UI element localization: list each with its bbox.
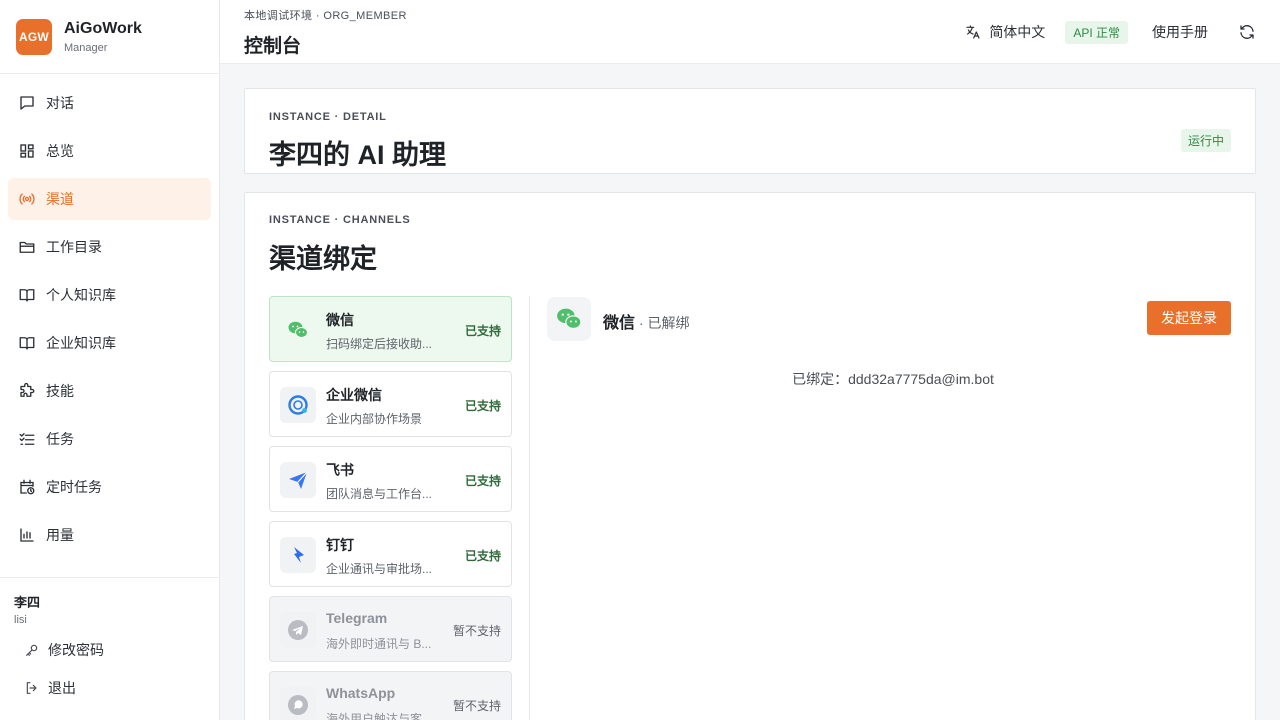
dingtalk-icon	[280, 537, 316, 573]
channels-card: INSTANCE · CHANNELS 渠道绑定 微信 扫码绑定后接收助... …	[244, 192, 1256, 720]
sidebar-item-channels[interactable]: 渠道	[8, 178, 211, 220]
sidebar-item-label: 技能	[46, 383, 74, 399]
brand-name: AiGoWork	[64, 19, 142, 37]
feishu-icon	[280, 462, 316, 498]
sidebar-item-skills[interactable]: 技能	[8, 370, 211, 412]
folder-icon	[18, 238, 36, 256]
channels-eyebrow: INSTANCE · CHANNELS	[269, 214, 411, 226]
channels-title: 渠道绑定	[269, 244, 377, 274]
instance-eyebrow: INSTANCE · DETAIL	[269, 111, 387, 123]
instance-detail-card: INSTANCE · DETAIL 李四的 AI 助理 运行中	[244, 88, 1256, 174]
instance-status-badge: 运行中	[1180, 129, 1231, 152]
channel-item-dingtalk[interactable]: 钉钉 企业通讯与审批场... 已支持	[269, 521, 512, 587]
channel-item-wechat[interactable]: 微信 扫码绑定后接收助... 已支持	[269, 296, 512, 362]
puzzle-icon	[18, 382, 36, 400]
change-password-button[interactable]: 修改密码	[14, 636, 205, 664]
sidebar-item-scheduled[interactable]: 定时任务	[8, 466, 211, 508]
user-panel: 李四 lisi 修改密码 退出	[0, 577, 219, 720]
channel-item-telegram[interactable]: Telegram 海外即时通讯与 B... 暂不支持	[269, 596, 512, 662]
divider	[529, 296, 530, 720]
channel-status: 已支持	[464, 399, 501, 413]
tasklist-icon	[18, 430, 36, 448]
sidebar-item-enterprise-kb[interactable]: 企业知识库	[8, 322, 211, 364]
channel-status: 已支持	[464, 474, 501, 488]
sidebar-item-chat[interactable]: 对话	[8, 82, 211, 124]
channel-item-wecom[interactable]: 企业微信 企业内部协作场景 已支持	[269, 371, 512, 437]
broadcast-icon	[18, 190, 36, 208]
manual-link[interactable]: 使用手册	[1152, 22, 1208, 42]
channel-list: 微信 扫码绑定后接收助... 已支持 企业微信 企业内部协作场景 已支持 飞书 …	[269, 296, 513, 720]
brand: AGW AiGoWork Manager	[0, 0, 219, 74]
sidebar-item-workdir[interactable]: 工作目录	[8, 226, 211, 268]
brand-logo: AGW	[16, 18, 52, 55]
sidebar-item-label: 工作目录	[46, 239, 102, 255]
book-icon	[18, 286, 36, 304]
start-login-button[interactable]: 发起登录	[1147, 301, 1231, 335]
channel-status: 暂不支持	[452, 699, 501, 713]
topbar: 本地调试环境 · ORG_MEMBER 控制台 简体中文 API 正常 使用手册	[220, 0, 1280, 64]
book-icon	[18, 334, 36, 352]
sidebar-item-personal-kb[interactable]: 个人知识库	[8, 274, 211, 316]
bound-account: 已绑定：ddd32a7775da@im.bot	[792, 371, 994, 387]
wechat-icon	[547, 297, 591, 341]
bar-chart-icon	[18, 526, 36, 544]
sidebar-item-label: 渠道	[46, 191, 74, 207]
whatsapp-icon	[280, 687, 316, 720]
sidebar-item-label: 对话	[46, 95, 74, 111]
key-icon	[24, 642, 40, 658]
sidebar-item-label: 个人知识库	[46, 287, 116, 303]
logout-button[interactable]: 退出	[14, 674, 205, 702]
telegram-icon	[280, 612, 316, 648]
channel-status: 已支持	[464, 324, 501, 338]
channel-item-feishu[interactable]: 飞书 团队消息与工作台... 已支持	[269, 446, 512, 512]
sidebar-nav: 对话 总览 渠道 工作目录 个人知识库 企业知识库 技能 任务 定时任务 用量	[0, 74, 219, 556]
refresh-icon	[1240, 25, 1254, 39]
page-title: 控制台	[244, 36, 302, 57]
channel-detail-status: · 已解绑	[635, 315, 690, 331]
brand-role: Manager	[64, 41, 108, 54]
channel-item-whatsapp[interactable]: WhatsApp 海外用户触达与客... 暂不支持	[269, 671, 512, 720]
sidebar-item-label: 定时任务	[46, 479, 102, 495]
language-switch[interactable]: 简体中文	[965, 22, 1045, 42]
api-status-badge: API 正常	[1065, 20, 1128, 44]
user-name: 李四	[14, 595, 41, 610]
translate-icon	[966, 25, 980, 39]
logout-icon	[24, 680, 40, 696]
refresh-button[interactable]	[1238, 23, 1256, 41]
instance-title: 李四的 AI 助理	[269, 140, 447, 170]
channel-status: 暂不支持	[452, 624, 501, 638]
channel-status: 已支持	[464, 549, 501, 563]
sidebar-item-overview[interactable]: 总览	[8, 130, 211, 172]
chat-icon	[18, 94, 36, 112]
calendar-clock-icon	[18, 478, 36, 496]
breadcrumb: 本地调试环境 · ORG_MEMBER	[244, 10, 407, 22]
sidebar: AGW AiGoWork Manager 对话 总览 渠道 工作目录 个人知识库	[0, 0, 220, 720]
sidebar-item-tasks[interactable]: 任务	[8, 418, 211, 460]
user-login: lisi	[14, 614, 27, 626]
dashboard-icon	[18, 142, 36, 160]
channel-detail-title: 微信 · 已解绑	[603, 315, 690, 332]
wechat-icon	[280, 312, 316, 348]
sidebar-item-usage[interactable]: 用量	[8, 514, 211, 556]
sidebar-item-label: 任务	[46, 431, 74, 447]
sidebar-item-label: 企业知识库	[46, 335, 116, 351]
sidebar-item-label: 总览	[46, 143, 74, 159]
sidebar-item-label: 用量	[46, 527, 74, 543]
wecom-icon	[280, 387, 316, 423]
